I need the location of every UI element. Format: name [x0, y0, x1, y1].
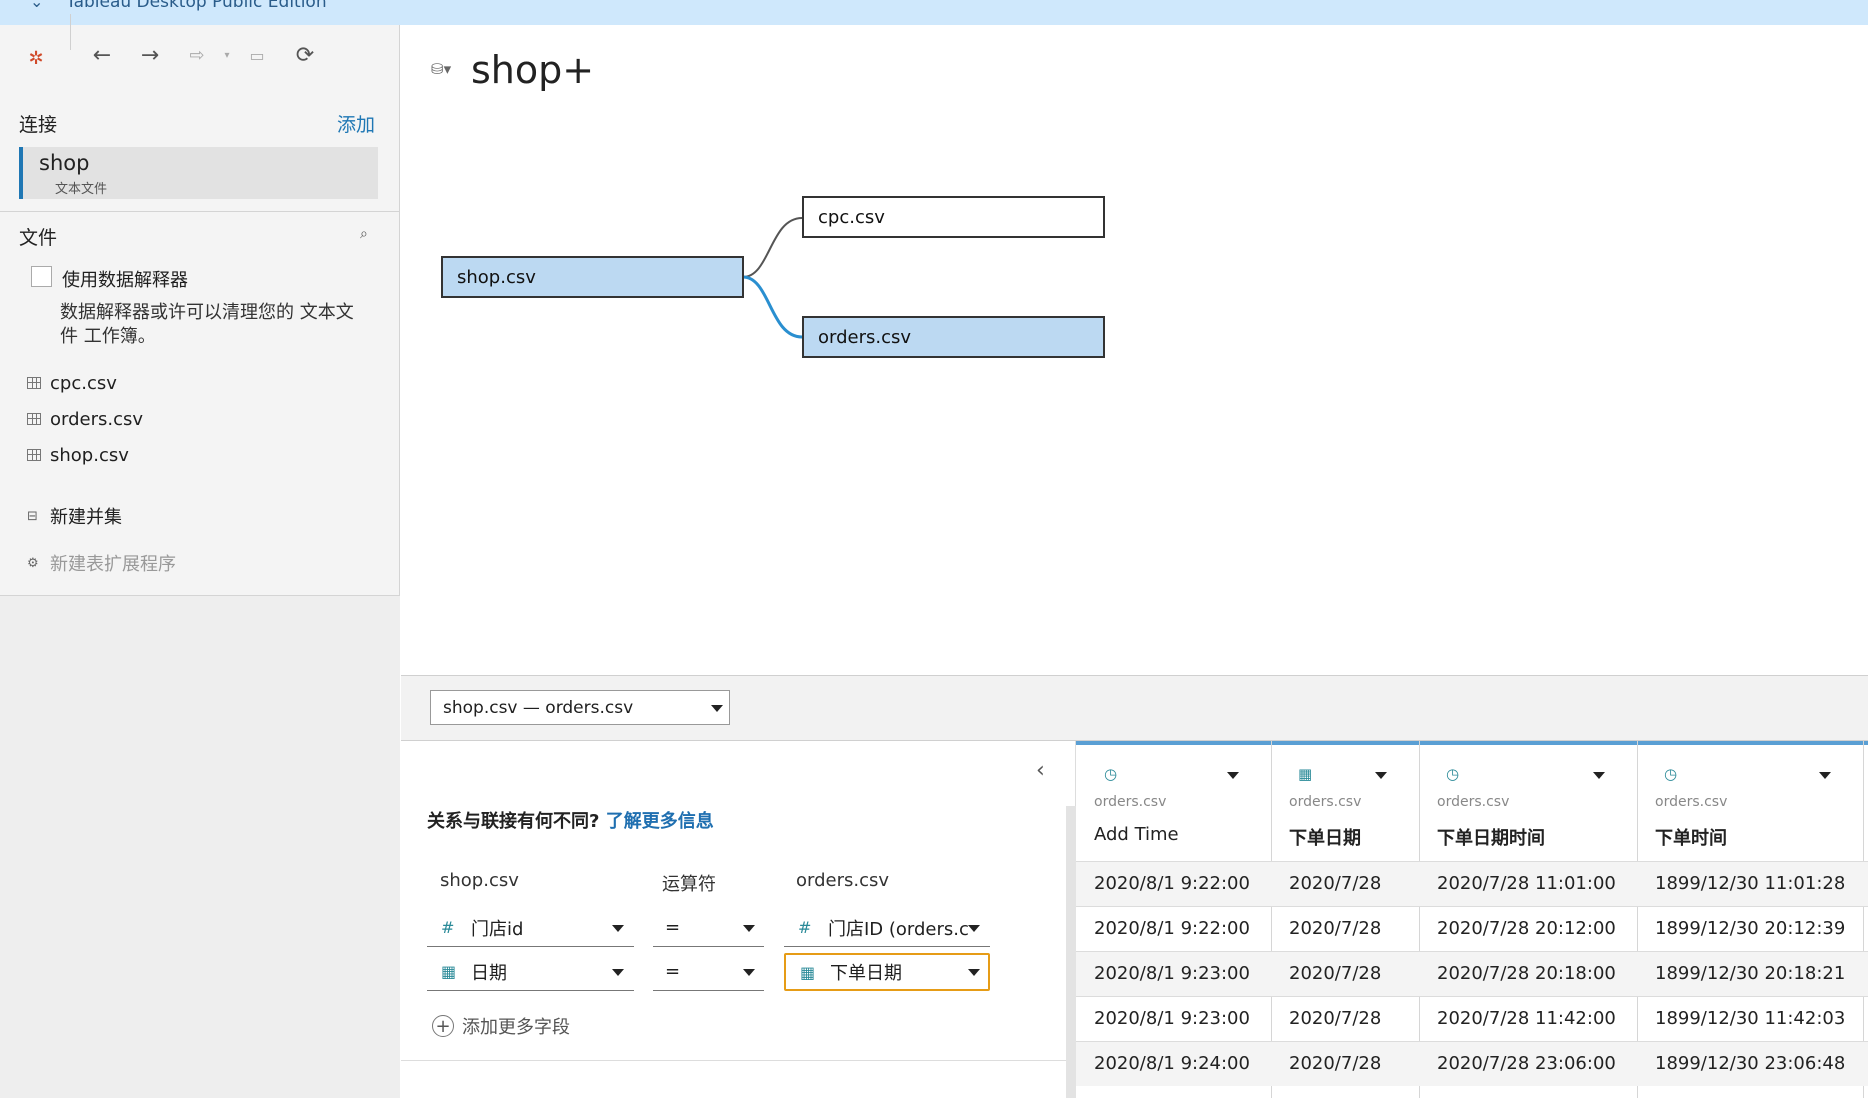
- table-cell[interactable]: 2020/8/1 9:23:00: [1094, 963, 1250, 984]
- table-node-label: shop.csv: [457, 266, 536, 288]
- left-field-select-1[interactable]: # 门店id: [427, 909, 634, 947]
- table-node-orders[interactable]: orders.csv: [802, 316, 1105, 358]
- add-more-fields-label: 添加更多字段: [462, 1017, 570, 1038]
- editor-divider: [401, 1060, 1071, 1061]
- left-field-value: 门店id: [471, 918, 524, 940]
- column-source: orders.csv: [1289, 794, 1362, 810]
- table-cell[interactable]: 1899/12/30 20:18:21: [1655, 963, 1845, 984]
- add-more-fields-button[interactable]: + 添加更多字段: [432, 1013, 570, 1039]
- collapse-panel-icon[interactable]: ‹: [1036, 758, 1045, 783]
- chevron-down-icon: [711, 705, 723, 712]
- table-cell[interactable]: 1899/12/30 11:01:28: [1655, 873, 1845, 894]
- right-field-value: 门店ID (orders.c: [828, 918, 969, 940]
- table-cell[interactable]: 2020/7/28: [1289, 918, 1381, 939]
- number-field-icon: #: [798, 918, 812, 937]
- table-cell[interactable]: 2020/7/28: [1289, 1053, 1381, 1074]
- table-cell[interactable]: 2020/7/28: [1289, 963, 1381, 984]
- chevron-down-icon[interactable]: [1819, 772, 1831, 779]
- table-cell[interactable]: 1899/12/30 23:06:48: [1655, 1053, 1845, 1074]
- chevron-down-icon: [968, 969, 980, 976]
- table-cell[interactable]: 2020/7/28 23:06:00: [1437, 1053, 1616, 1074]
- table-cell[interactable]: 2020/7/28 20:12:00: [1437, 918, 1616, 939]
- table-node-shop[interactable]: shop.csv: [441, 256, 744, 298]
- column-source: orders.csv: [1094, 794, 1167, 810]
- column-name: 下单时间: [1655, 828, 1727, 849]
- right-field-value: 下单日期: [830, 963, 902, 984]
- column-source: orders.csv: [1655, 794, 1728, 810]
- operator-select-1[interactable]: =: [653, 909, 764, 947]
- number-field-icon: #: [441, 918, 455, 937]
- chevron-down-icon: [612, 925, 624, 932]
- right-field-select-2[interactable]: ▦ 下单日期: [784, 953, 990, 991]
- operator-value: =: [665, 917, 681, 938]
- relation-line-orders: [742, 275, 803, 339]
- relationship-selector[interactable]: shop.csv — orders.csv: [430, 690, 730, 725]
- chevron-down-icon: [743, 925, 755, 932]
- chevron-down-icon: [743, 969, 755, 976]
- table-cell[interactable]: 2020/8/1 9:24:00: [1094, 1053, 1250, 1074]
- editor-scrollbar[interactable]: [1066, 806, 1076, 1098]
- relationship-selector-value: shop.csv — orders.csv: [443, 697, 634, 718]
- relationship-question: 关系与联接有何不同?: [427, 811, 600, 832]
- column-name: 下单日期时间: [1437, 828, 1545, 849]
- table-cell[interactable]: 2020/7/28: [1289, 873, 1381, 894]
- learn-more-link[interactable]: 了解更多信息: [606, 811, 714, 832]
- right-field-select-1[interactable]: # 门店ID (orders.c: [784, 909, 990, 947]
- chevron-down-icon[interactable]: [1227, 772, 1239, 779]
- table-cell[interactable]: 2020/8/1 9:22:00: [1094, 873, 1250, 894]
- table-node-label: cpc.csv: [818, 206, 885, 228]
- plus-circle-icon: +: [432, 1015, 454, 1037]
- table-cell[interactable]: 2020/7/28: [1289, 1008, 1381, 1029]
- operator-value: =: [665, 961, 681, 982]
- relation-line-cpc: [742, 217, 803, 278]
- left-field-value: 日期: [471, 962, 507, 984]
- chevron-down-icon: [968, 925, 980, 932]
- column-name: 下单日期: [1289, 828, 1361, 849]
- column-source: orders.csv: [1437, 794, 1510, 810]
- table-cell[interactable]: 2020/7/28 11:01:00: [1437, 873, 1616, 894]
- operator-select-2[interactable]: =: [653, 953, 764, 991]
- table-node-cpc[interactable]: cpc.csv: [802, 196, 1105, 238]
- chevron-down-icon[interactable]: [1593, 772, 1605, 779]
- operator-header: 运算符: [662, 874, 716, 895]
- right-table-header: orders.csv: [796, 870, 890, 891]
- table-cell[interactable]: 2020/8/1 9:22:00: [1094, 918, 1250, 939]
- table-cell[interactable]: 1899/12/30 20:12:39: [1655, 918, 1845, 939]
- datetime-type-icon[interactable]: ◷: [1104, 765, 1117, 783]
- datetime-type-icon[interactable]: ◷: [1446, 765, 1459, 783]
- left-field-select-2[interactable]: ▦ 日期: [427, 953, 634, 991]
- chevron-down-icon[interactable]: [1375, 772, 1387, 779]
- date-field-icon: ▦: [800, 962, 816, 982]
- table-cell[interactable]: 2020/7/28 11:42:00: [1437, 1008, 1616, 1029]
- table-node-label: orders.csv: [818, 326, 912, 348]
- date-field-icon: ▦: [441, 962, 457, 981]
- table-cell[interactable]: 2020/8/1 9:23:00: [1094, 1008, 1250, 1029]
- table-cell[interactable]: 1899/12/30 11:42:03: [1655, 1008, 1845, 1029]
- date-type-icon[interactable]: ▦: [1298, 765, 1312, 783]
- datetime-type-icon[interactable]: ◷: [1664, 765, 1677, 783]
- table-cell[interactable]: 2020/7/28 20:18:00: [1437, 963, 1616, 984]
- column-name: Add Time: [1094, 824, 1179, 845]
- relationship-help: 关系与联接有何不同? 了解更多信息: [427, 807, 714, 833]
- left-table-header: shop.csv: [440, 870, 519, 891]
- chevron-down-icon: [612, 969, 624, 976]
